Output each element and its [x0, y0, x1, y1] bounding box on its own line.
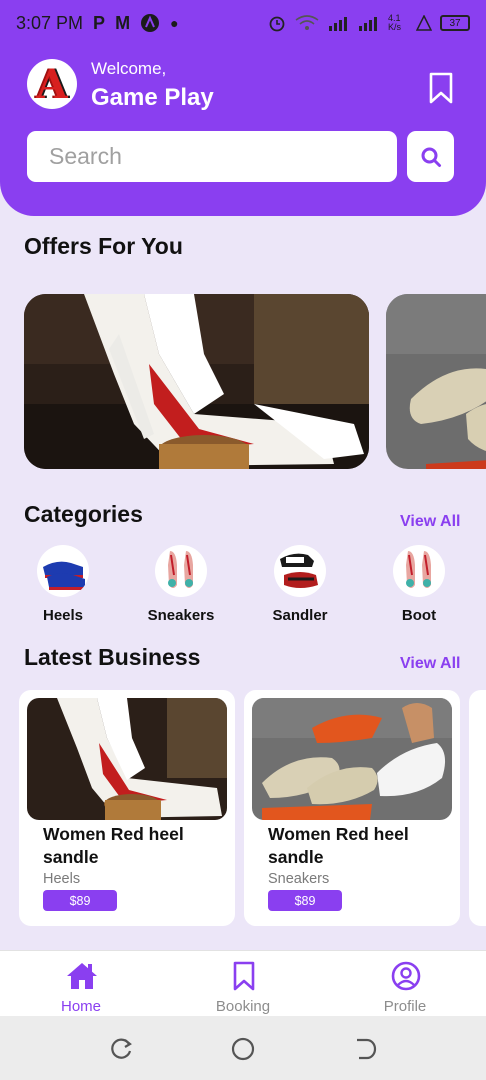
- dot-icon: ●: [170, 15, 179, 31]
- category-icon: [155, 545, 207, 597]
- business-image: [252, 698, 452, 820]
- offer-card[interactable]: [386, 294, 486, 469]
- category-label: Sneakers: [147, 607, 215, 624]
- welcome-text: Welcome,: [91, 59, 167, 78]
- sandler-image: [280, 553, 318, 588]
- net-speed: 4.1 K/s: [388, 13, 402, 32]
- sneakers-image: [168, 551, 193, 588]
- username: Game Play: [91, 84, 214, 111]
- categories-view-all-link[interactable]: View All: [400, 513, 460, 531]
- signal-icon: [329, 17, 347, 31]
- category-icon: [393, 545, 445, 597]
- category-label: Sandler: [272, 607, 328, 624]
- nav-profile[interactable]: Profile: [345, 951, 465, 1017]
- nav-home[interactable]: Home: [21, 951, 141, 1017]
- alarm-icon: [269, 16, 285, 32]
- offer-image-sneakers: [386, 294, 486, 469]
- business-card[interactable]: Women Red heel sandle Heels $89: [19, 690, 235, 926]
- business-category: Heels: [43, 871, 81, 887]
- nav-profile-label: Profile: [383, 998, 427, 1015]
- home-button-icon[interactable]: [230, 1036, 256, 1062]
- price-badge: $89: [43, 890, 117, 911]
- business-title: Women Red heel sandle: [43, 824, 184, 867]
- app-notification-icon: [141, 14, 160, 32]
- search-button[interactable]: [407, 131, 454, 182]
- search-icon: [421, 147, 441, 167]
- price-badge: $89: [268, 890, 342, 911]
- warning-icon: [416, 15, 432, 31]
- business-title: Women Red heel sandle: [268, 824, 409, 867]
- offers-title: Offers For You: [24, 233, 183, 259]
- offer-image-heels: [24, 294, 369, 469]
- app-header: 3:07 PM P M ● 4.1 K/s 37 A Welcome, Game…: [0, 0, 486, 216]
- nav-booking[interactable]: Booking: [183, 951, 303, 1017]
- bookmark-icon: [233, 961, 255, 991]
- status-bar: 3:07 PM P M ● 4.1 K/s 37: [0, 0, 486, 46]
- battery-icon: 37: [440, 15, 470, 31]
- category-label: Heels: [42, 607, 84, 624]
- signal-icon-2: [359, 17, 377, 31]
- profile-icon: [391, 961, 421, 991]
- heels-photo: [27, 698, 227, 820]
- back-icon[interactable]: [351, 1036, 377, 1062]
- battery-level: 37: [449, 17, 461, 29]
- home-icon: [67, 963, 97, 989]
- heels-image: [43, 561, 85, 590]
- business-card-peek[interactable]: [469, 690, 486, 926]
- bookmark-button[interactable]: [426, 71, 456, 105]
- recent-apps-icon[interactable]: [109, 1036, 135, 1062]
- nav-home-label: Home: [60, 998, 101, 1015]
- wifi-icon: [295, 15, 319, 30]
- bookmark-icon: [429, 72, 453, 104]
- bottom-navigation: Home Booking Profile: [0, 950, 486, 1016]
- category-boot[interactable]: Boot: [369, 545, 469, 624]
- category-icon: [274, 545, 326, 597]
- categories-title: Categories: [24, 501, 143, 527]
- search-input[interactable]: [49, 143, 369, 170]
- category-label: Boot: [401, 607, 437, 624]
- avatar-logo: A: [36, 61, 68, 108]
- latest-business-view-all-link[interactable]: View All: [400, 655, 460, 673]
- offer-card[interactable]: [24, 294, 369, 469]
- gmail-icon: M: [115, 12, 131, 33]
- business-image: [27, 698, 227, 820]
- avatar[interactable]: A: [27, 59, 77, 109]
- nav-booking-label: Booking: [215, 998, 271, 1015]
- system-navigation-bar: [0, 1016, 486, 1080]
- category-sandler[interactable]: Sandler: [250, 545, 350, 624]
- category-sneakers[interactable]: Sneakers: [131, 545, 231, 624]
- category-icon: [37, 545, 89, 597]
- search-box[interactable]: [27, 131, 397, 182]
- status-time: 3:07 PM: [16, 12, 84, 33]
- business-category: Sneakers: [268, 871, 330, 887]
- category-heels[interactable]: Heels: [13, 545, 113, 624]
- boot-image: [406, 551, 431, 588]
- parking-icon: P: [93, 12, 106, 33]
- sneakers-photo: [252, 698, 452, 820]
- business-card[interactable]: Women Red heel sandle Sneakers $89: [244, 690, 460, 926]
- latest-business-title: Latest Business: [24, 644, 201, 670]
